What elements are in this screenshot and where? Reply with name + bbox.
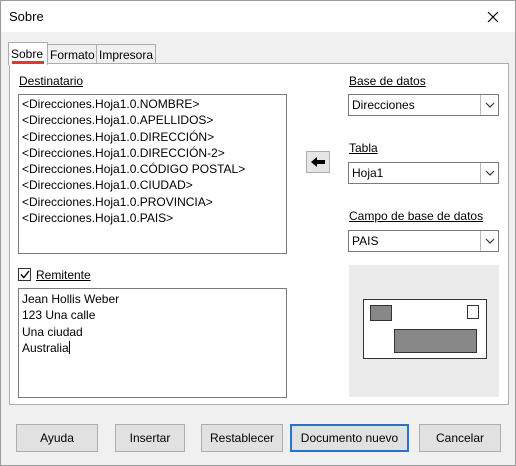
close-icon [487, 11, 499, 22]
sender-block [370, 305, 392, 321]
database-label: Base de datos [349, 74, 426, 88]
addressee-line: <Direcciones.Hoja1.0.DIRECCIÓN-2> [22, 145, 225, 160]
cancel-button[interactable]: Cancelar [419, 424, 501, 452]
table-select[interactable]: Hoja1 [348, 162, 499, 184]
sender-line: Jean Hollis Weber [22, 292, 120, 306]
chevron-down-icon [480, 95, 498, 115]
new-document-button[interactable]: Documento nuevo [290, 424, 409, 452]
sender-label: Remitente [36, 268, 91, 282]
sender-textbox[interactable]: Jean Hollis Weber 123 Una calle Una ciud… [18, 288, 287, 398]
left-arrow-icon [311, 157, 325, 167]
reset-button[interactable]: Restablecer [201, 424, 283, 452]
addressee-line: <Direcciones.Hoja1.0.PROVINCIA> [22, 194, 213, 209]
database-select[interactable]: Direcciones [348, 94, 499, 116]
tab-label: Formato [50, 48, 95, 62]
tab-impresora[interactable]: Impresora [96, 44, 156, 64]
database-value: Direcciones [352, 98, 415, 112]
tab-sobre[interactable]: Sobre [8, 42, 48, 65]
insert-field-button[interactable] [306, 151, 330, 173]
sender-checkbox[interactable] [18, 268, 31, 281]
envelope-dialog: Sobre Sobre Formato Impresora Destinatar… [0, 0, 516, 466]
addressee-label: Destinatario [19, 74, 84, 88]
checkmark-icon [19, 270, 30, 279]
addressee-line: <Direcciones.Hoja1.0.NOMBRE> [22, 97, 200, 111]
active-tab-indicator [12, 61, 44, 64]
addressee-line: <Direcciones.Hoja1.0.CIUDAD> [22, 178, 193, 193]
tab-label: Impresora [99, 48, 154, 62]
table-label: Tabla [349, 141, 378, 155]
address-block [394, 329, 477, 353]
sender-line: Una ciudad [22, 324, 83, 339]
insert-button[interactable]: Insertar [115, 424, 185, 452]
addressee-textbox[interactable]: <Direcciones.Hoja1.0.NOMBRE> <Direccione… [18, 94, 287, 254]
title-bar: Sobre [1, 1, 515, 32]
stamp-block [467, 305, 479, 319]
window-title: Sobre [9, 9, 44, 24]
addressee-line: <Direcciones.Hoja1.0.APELLIDOS> [22, 113, 214, 128]
help-button[interactable]: Ayuda [16, 424, 98, 452]
text-cursor [68, 340, 70, 354]
tab-label: Sobre [11, 47, 44, 61]
addressee-line: <Direcciones.Hoja1.0.DIRECCIÓN> [22, 129, 215, 144]
sender-line: Australia [22, 340, 70, 355]
chevron-down-icon [480, 163, 498, 183]
addressee-line: <Direcciones.Hoja1.0.PAIS> [22, 211, 174, 226]
addressee-line: <Direcciones.Hoja1.0.CÓDIGO POSTAL> [22, 162, 246, 177]
field-value: PAIS [352, 234, 379, 248]
table-value: Hoja1 [352, 166, 384, 180]
field-label: Campo de base de datos [349, 209, 484, 223]
field-select[interactable]: PAIS [348, 230, 499, 252]
sender-line: 123 Una calle [22, 308, 96, 323]
envelope-icon [363, 299, 487, 359]
close-button[interactable] [471, 1, 515, 32]
chevron-down-icon [480, 231, 498, 251]
tab-formato[interactable]: Formato [47, 44, 97, 64]
